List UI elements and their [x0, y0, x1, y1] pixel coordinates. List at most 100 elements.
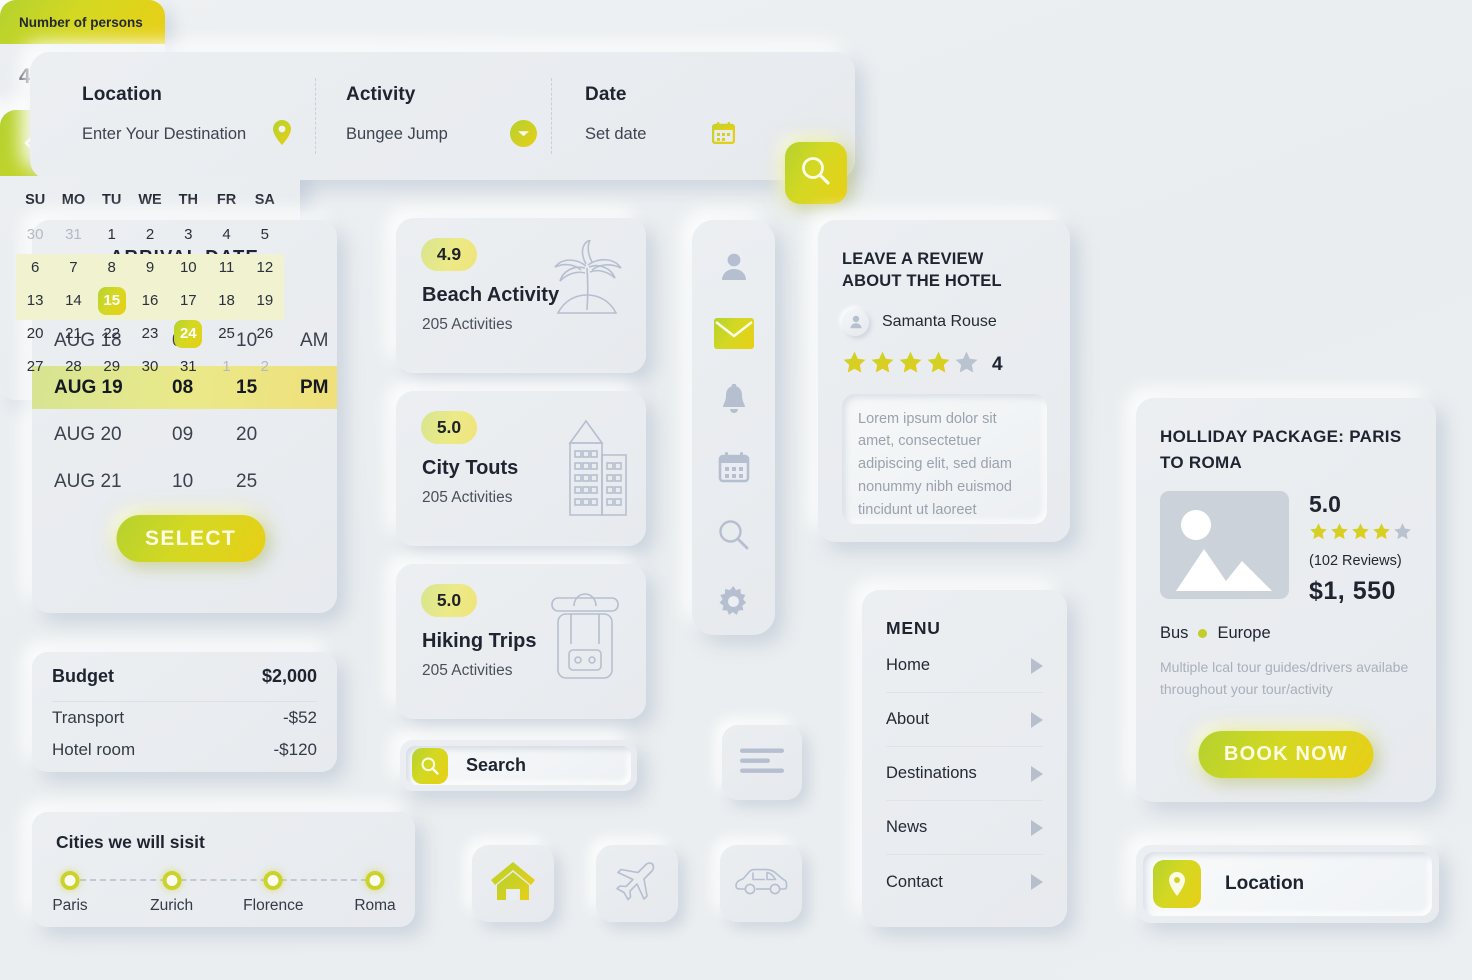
bell-icon[interactable]: [712, 378, 756, 422]
review-title: LEAVE A REVIEW ABOUT THE HOTEL: [842, 250, 1002, 291]
calendar-day[interactable]: 23: [131, 317, 169, 350]
search-submit-button[interactable]: [785, 142, 847, 204]
calendar-day[interactable]: 30: [16, 218, 54, 251]
calendar-day[interactable]: 6: [16, 251, 54, 284]
menu-item-list[interactable]: Home About Destinations News Contact: [886, 639, 1043, 909]
calendar-icon[interactable]: [711, 122, 736, 149]
chevron-right-icon: [1031, 819, 1043, 836]
icon-rail[interactable]: [692, 220, 775, 635]
calendar-day[interactable]: 28: [54, 350, 92, 383]
city-stop-dot[interactable]: [365, 871, 385, 890]
calendar-day[interactable]: 9: [131, 251, 169, 284]
calendar-day[interactable]: 3: [169, 218, 207, 251]
calendar-day[interactable]: 10: [169, 251, 207, 284]
calendar-day[interactable]: 2: [131, 218, 169, 251]
calendar-day[interactable]: 31: [54, 218, 92, 251]
square-button-home[interactable]: [472, 845, 554, 922]
search-field-date[interactable]: Date Set date: [570, 52, 770, 180]
calendar-day[interactable]: 20: [16, 317, 54, 350]
calendar-day[interactable]: 11: [207, 251, 245, 284]
calendar-day[interactable]: 7: [54, 251, 92, 284]
calendar-day[interactable]: 16: [131, 284, 169, 317]
calendar-day[interactable]: 27: [16, 350, 54, 383]
calendar-day[interactable]: 13: [16, 284, 54, 317]
calendar-day[interactable]: 24: [169, 317, 207, 350]
envelope-icon[interactable]: [712, 311, 756, 355]
activity-card-beach[interactable]: 4.9 Beach Activity 205 Activities: [396, 218, 646, 373]
calendar-icon[interactable]: [712, 445, 756, 489]
calendar-day[interactable]: 5: [246, 218, 284, 251]
divider-2: [551, 78, 552, 154]
review-star-rating[interactable]: 4: [842, 350, 1046, 380]
search-field-activity[interactable]: Activity Bungee Jump: [330, 52, 575, 180]
search-icon[interactable]: [712, 512, 756, 556]
calendar-day[interactable]: 21: [54, 317, 92, 350]
calendar-day[interactable]: 8: [93, 251, 131, 284]
calendar-day-grid[interactable]: 30 31 1 2 3 4 5 6 7 8 9 10 11 12 13 14 15 16 17 18 19 20 21 22 2…: [16, 218, 284, 383]
review-textarea[interactable]: Lorem ipsum dolor sit amet, consectetuer…: [842, 393, 1047, 524]
activity-value: Bungee Jump: [346, 125, 448, 143]
arrival-row[interactable]: AUG 20 09 20: [32, 413, 337, 456]
hamburger-menu-button[interactable]: [722, 725, 802, 800]
calendar-day[interactable]: 30: [131, 350, 169, 383]
arrival-row[interactable]: AUG 21 10 25: [32, 460, 337, 503]
menu-item-destinations[interactable]: Destinations: [886, 747, 1043, 801]
chevron-down-circle-icon[interactable]: [510, 120, 537, 152]
calendar-day[interactable]: 1: [207, 350, 245, 383]
calendar-day[interactable]: 12: [246, 251, 284, 284]
calendar-day[interactable]: 22: [93, 317, 131, 350]
map-pin-icon[interactable]: [1153, 860, 1201, 908]
calendar-day[interactable]: 31: [169, 350, 207, 383]
star-icon[interactable]: [926, 350, 951, 380]
menu-item-contact[interactable]: Contact: [886, 855, 1043, 909]
menu-item-about[interactable]: About: [886, 693, 1043, 747]
activity-card-city[interactable]: 5.0 City Touts 205 Activities: [396, 391, 646, 546]
city-stop-dot[interactable]: [162, 871, 182, 890]
package-price: $1, 550: [1309, 577, 1396, 605]
city-stop-label: Roma: [354, 897, 396, 914]
star-icon[interactable]: [842, 350, 867, 380]
book-now-button[interactable]: BOOK NOW: [1198, 731, 1374, 778]
city-stop-dot[interactable]: [263, 871, 283, 890]
search-input-pill[interactable]: Search: [400, 740, 637, 791]
calendar-day[interactable]: 19: [246, 284, 284, 317]
calendar-day[interactable]: 17: [169, 284, 207, 317]
calendar-day[interactable]: 26: [246, 317, 284, 350]
palm-tree-icon: [540, 240, 632, 336]
location-footer-button[interactable]: Location: [1136, 845, 1439, 923]
square-button-car[interactable]: [720, 845, 802, 922]
search-input-field[interactable]: Search: [406, 746, 631, 785]
calendar-day[interactable]: 15: [93, 284, 131, 317]
calendar-day[interactable]: 29: [93, 350, 131, 383]
star-icon[interactable]: [898, 350, 923, 380]
menu-item-label: Destinations: [886, 764, 977, 782]
review-user-name: Samanta Rouse: [882, 313, 997, 331]
package-middle: 5.0 (102 Reviews) $1, 550: [1160, 491, 1412, 606]
calendar-body: SU MO TU WE TH FR SA 30 31 1 2 3 4 5 6 7 8 9 10 11 12 13 14 15…: [0, 176, 300, 400]
calendar-day[interactable]: 1: [93, 218, 131, 251]
select-button[interactable]: SELECT: [116, 515, 266, 562]
city-stop-label: Paris: [52, 897, 88, 914]
activity-card-hiking[interactable]: 5.0 Hiking Trips 205 Activities: [396, 564, 646, 719]
star-icon[interactable]: [870, 350, 895, 380]
calendar-day[interactable]: 25: [207, 317, 245, 350]
calendar-day[interactable]: 2: [246, 350, 284, 383]
calendar-weekday: SU: [25, 192, 46, 208]
search-icon[interactable]: [412, 747, 448, 784]
package-description: Multiple lcal tour guides/drivers availa…: [1160, 659, 1409, 697]
calendar-day[interactable]: 4: [207, 218, 245, 251]
menu-item-news[interactable]: News: [886, 801, 1043, 855]
package-score: 5.0: [1309, 491, 1341, 517]
search-field-location[interactable]: Location Enter Your Destination: [30, 52, 291, 180]
location-footer-inner[interactable]: Location: [1143, 852, 1432, 916]
user-icon[interactable]: [712, 244, 756, 288]
calendar-day[interactable]: 18: [207, 284, 245, 317]
city-stop-dot[interactable]: [60, 871, 80, 890]
cities-title: Cities we will sisit: [56, 832, 205, 852]
date-value: Set date: [585, 125, 647, 143]
star-icon[interactable]: [954, 350, 979, 380]
gear-icon[interactable]: [712, 579, 756, 623]
menu-item-home[interactable]: Home: [886, 639, 1043, 693]
square-button-airplane[interactable]: [596, 845, 678, 922]
calendar-day[interactable]: 14: [54, 284, 92, 317]
